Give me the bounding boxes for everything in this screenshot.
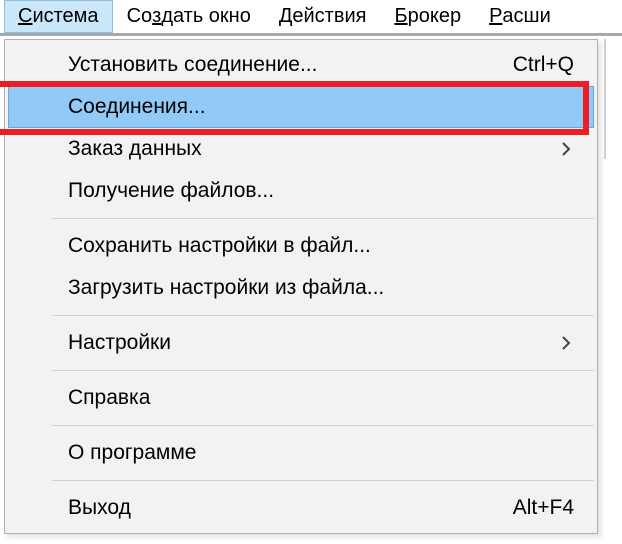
- menu-item[interactable]: Получение файлов...: [8, 170, 594, 212]
- menu-item-label: Настройки: [68, 331, 558, 355]
- menu-item[interactable]: Сохранить настройки в файл...: [8, 225, 594, 267]
- menu-item-label: Заказ данных: [68, 137, 558, 161]
- chevron-right-icon: [558, 336, 574, 350]
- system-dropdown-menu: Установить соединение...Ctrl+Q Соединения…: [4, 39, 598, 534]
- menu-item-label: Установить соединение...: [68, 53, 513, 77]
- chevron-right-icon: [558, 142, 574, 156]
- menu-extensions-mnemonic: Р: [489, 5, 502, 28]
- menu-item[interactable]: Настройки: [8, 322, 594, 364]
- menu-actions-rest: ействия: [292, 5, 366, 28]
- menu-separator: [52, 480, 594, 481]
- menu-item[interactable]: Установить соединение...Ctrl+Q: [8, 44, 594, 86]
- menu-broker-mnemonic: Б: [394, 5, 407, 28]
- menu-item-accelerator: Alt+F4: [513, 496, 574, 520]
- menu-separator: [52, 218, 594, 219]
- menu-item-label: Сохранить настройки в файл...: [68, 234, 574, 258]
- menu-item-accelerator: Ctrl+Q: [513, 53, 574, 77]
- menubar: Система Создать окно Действия Брокер Рас…: [0, 0, 622, 36]
- menu-item[interactable]: Справка: [8, 377, 594, 419]
- menu-system[interactable]: Система: [4, 0, 113, 33]
- menu-item-label: Соединения...: [68, 95, 574, 119]
- menu-item-label: Загрузить настройки из файла...: [68, 276, 574, 300]
- menu-extensions[interactable]: Расши: [475, 0, 565, 33]
- menu-separator: [52, 315, 594, 316]
- menu-actions[interactable]: Действия: [265, 0, 381, 33]
- window-right-edge: [604, 39, 622, 544]
- menu-create-window[interactable]: Создать окно: [113, 0, 265, 33]
- menu-item-label: Справка: [68, 386, 574, 410]
- menu-separator: [52, 425, 594, 426]
- menu-item[interactable]: Загрузить настройки из файла...: [8, 267, 594, 309]
- menu-separator: [52, 370, 594, 371]
- menu-system-rest: истема: [32, 5, 98, 28]
- menu-create-window-mnemonic: з: [152, 5, 161, 28]
- menu-extensions-rest: асши: [502, 5, 550, 28]
- menu-item-label: О программе: [68, 441, 574, 465]
- menu-item-label: Выход: [68, 496, 513, 520]
- menu-item[interactable]: О программе: [8, 432, 594, 474]
- menu-broker[interactable]: Брокер: [380, 0, 475, 33]
- menu-item[interactable]: Соединения...: [8, 86, 594, 128]
- menu-create-window-rest: дать окно: [161, 5, 251, 28]
- menu-broker-rest: рокер: [408, 5, 461, 28]
- menu-create-window-prefix: Со: [127, 5, 153, 28]
- menu-system-mnemonic: С: [18, 5, 32, 28]
- menu-actions-mnemonic: Д: [279, 5, 293, 28]
- menu-item-label: Получение файлов...: [68, 179, 574, 203]
- menu-item[interactable]: ВыходAlt+F4: [8, 487, 594, 529]
- menu-item[interactable]: Заказ данных: [8, 128, 594, 170]
